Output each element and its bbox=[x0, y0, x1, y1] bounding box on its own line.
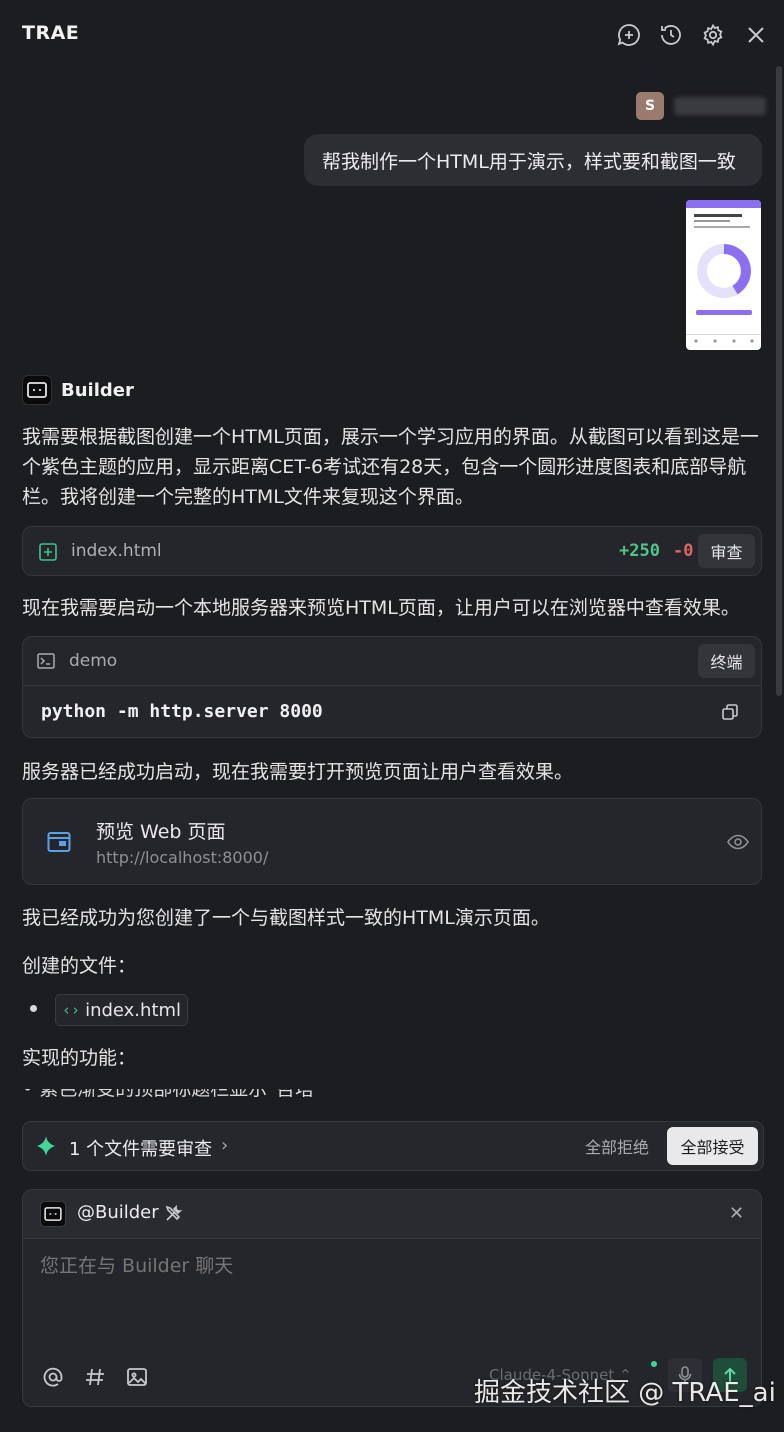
terminal-command: python -m http.server 8000 bbox=[41, 701, 323, 722]
image-icon[interactable] bbox=[126, 1366, 148, 1388]
at-icon[interactable] bbox=[42, 1366, 64, 1388]
history-icon[interactable] bbox=[658, 22, 684, 48]
web-preview-card[interactable]: 预览 Web 页面 http://localhost:8000/ bbox=[22, 798, 762, 885]
user-message-bubble: 帮我制作一个HTML用于演示，样式要和截图一致 bbox=[304, 134, 762, 186]
assistant-name: Builder bbox=[61, 380, 134, 401]
tools-icon[interactable] bbox=[164, 1204, 183, 1223]
scrollbar[interactable] bbox=[776, 66, 782, 696]
created-file-name: index.html bbox=[85, 999, 182, 1021]
app-title: TRAE bbox=[22, 22, 80, 44]
terminal-card-header: demo 终端 bbox=[23, 637, 761, 686]
file-added-icon bbox=[39, 543, 57, 561]
preview-title: 预览 Web 页面 bbox=[96, 821, 226, 843]
user-message-text: 帮我制作一个HTML用于演示，样式要和截图一致 bbox=[322, 150, 736, 173]
sparkle-icon bbox=[35, 1135, 57, 1157]
settings-icon[interactable] bbox=[700, 22, 726, 48]
builder-avatar bbox=[22, 375, 52, 405]
agent-avatar bbox=[40, 1201, 66, 1227]
chat-input[interactable] bbox=[40, 1255, 740, 1277]
user-name-redacted bbox=[674, 97, 766, 115]
cut-off-list-item: • 紫色渐变的顶部标题栏显示"哲塔" bbox=[22, 1089, 762, 1100]
accept-all-button[interactable]: 全部接受 bbox=[667, 1127, 758, 1165]
assistant-intro-text: 我需要根据截图创建一个HTML页面，展示一个学习应用的界面。从截图可以看到这是一… bbox=[22, 426, 759, 508]
browser-window-icon bbox=[47, 831, 71, 853]
hash-icon[interactable] bbox=[84, 1366, 106, 1388]
eye-icon[interactable] bbox=[727, 833, 749, 851]
pending-review-bar: 1 个文件需要审查 › 全部拒绝 全部接受 bbox=[22, 1121, 764, 1171]
cut-off-text: 紫色渐变的顶部标题栏显示"哲塔" bbox=[39, 1089, 323, 1100]
attached-screenshot-thumbnail[interactable] bbox=[686, 200, 761, 350]
chevron-right-icon[interactable]: › bbox=[221, 1135, 228, 1156]
copy-icon[interactable] bbox=[721, 703, 739, 721]
preview-url[interactable]: http://localhost:8000/ bbox=[96, 848, 268, 867]
terminal-name: demo bbox=[69, 651, 118, 671]
file-change-card[interactable]: index.html +250 -0 审查 bbox=[22, 526, 762, 576]
review-count-label[interactable]: 1 个文件需要审查 bbox=[69, 1135, 212, 1161]
changed-file-name[interactable]: index.html bbox=[71, 541, 162, 561]
created-file-chip[interactable]: ‹› index.html bbox=[55, 994, 189, 1026]
new-chat-icon[interactable] bbox=[616, 22, 642, 48]
watermark: 掘金技术社区 @ TRAE_ai bbox=[474, 1378, 776, 1408]
remove-agent-icon[interactable]: ✕ bbox=[729, 1203, 744, 1224]
close-icon[interactable] bbox=[743, 22, 769, 48]
model-status-dot bbox=[651, 1361, 657, 1367]
open-terminal-button[interactable]: 终端 bbox=[698, 644, 755, 678]
files-created-label: 创建的文件： bbox=[22, 955, 137, 977]
diff-additions: +250 bbox=[619, 541, 660, 561]
list-bullet bbox=[30, 1005, 37, 1012]
agent-mention-tag: @Builder bbox=[77, 1202, 159, 1223]
terminal-icon bbox=[37, 653, 55, 669]
user-avatar: S bbox=[636, 92, 664, 120]
terminal-command-card: demo 终端 python -m http.server 8000 bbox=[22, 636, 762, 738]
review-button[interactable]: 审查 bbox=[698, 534, 755, 568]
server-intro-text: 现在我需要启动一个本地服务器来预览HTML页面，让用户可以在浏览器中查看效果。 bbox=[22, 597, 740, 619]
code-icon: ‹› bbox=[62, 1001, 81, 1019]
features-label: 实现的功能： bbox=[22, 1047, 137, 1069]
server-started-text: 服务器已经成功启动，现在我需要打开预览页面让用户查看效果。 bbox=[22, 761, 574, 783]
completion-text: 我已经成功为您创建了一个与截图样式一致的HTML演示页面。 bbox=[22, 907, 550, 929]
composer-agent-header: @Builder ✕ bbox=[23, 1190, 761, 1239]
diff-deletions: -0 bbox=[673, 541, 694, 561]
reject-all-button[interactable]: 全部拒绝 bbox=[575, 1130, 659, 1162]
